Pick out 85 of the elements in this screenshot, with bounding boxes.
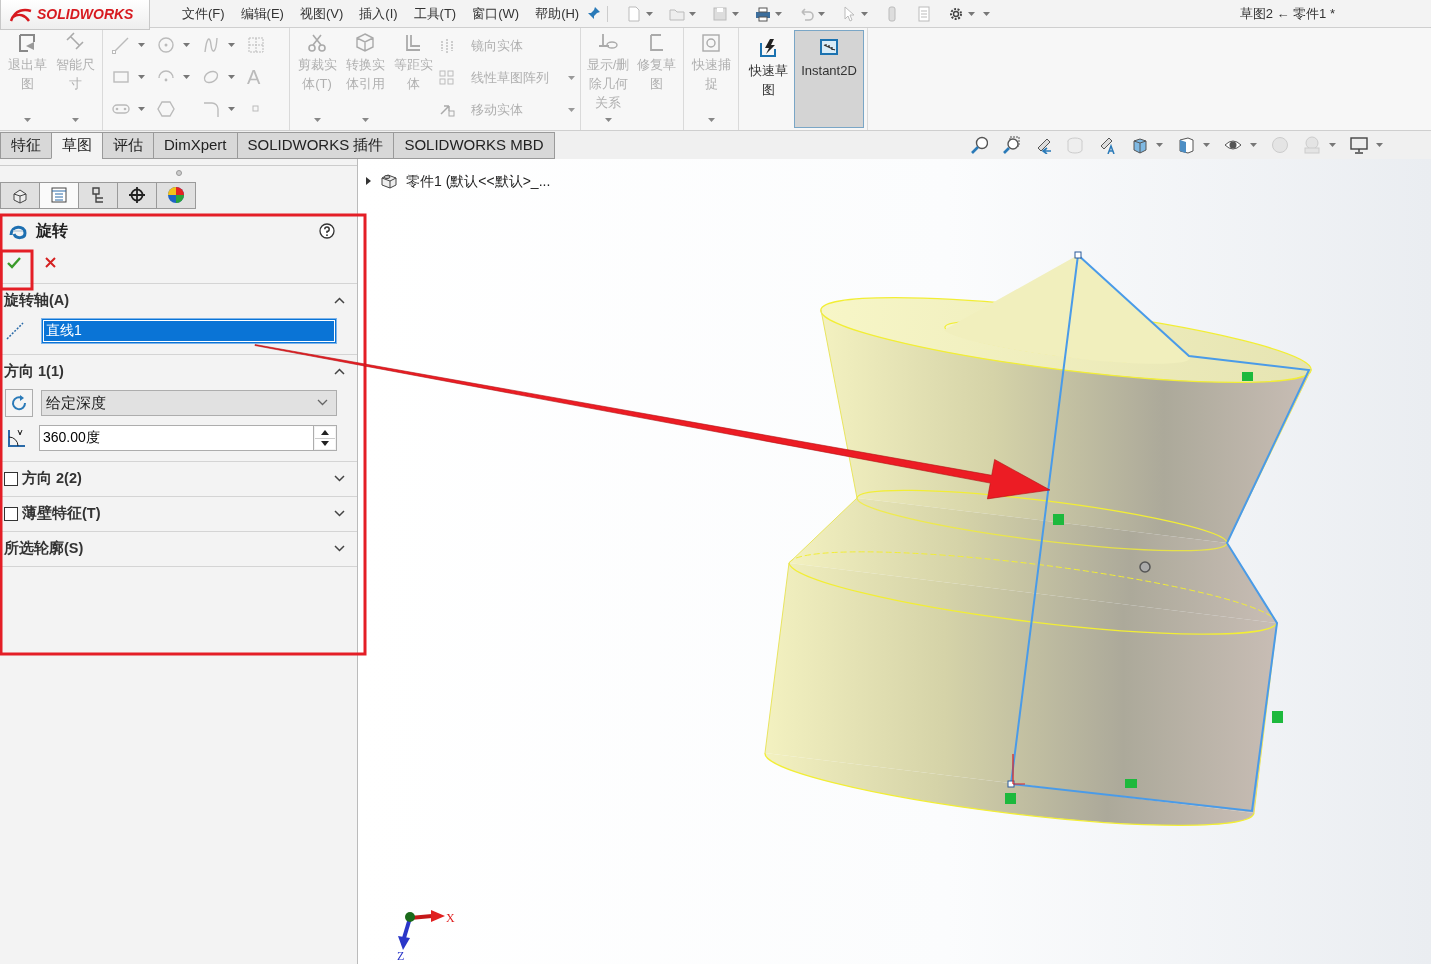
pattern-icon bbox=[439, 70, 455, 86]
section-title[interactable]: 方向 1(1) bbox=[4, 360, 64, 383]
box-icon[interactable] bbox=[1177, 135, 1195, 154]
exit-sketch-icon bbox=[16, 32, 38, 54]
section-title[interactable]: 方向 2(2) bbox=[22, 467, 82, 490]
part-icon bbox=[380, 172, 398, 191]
menu-item[interactable]: 帮助(H) bbox=[527, 3, 588, 24]
panel-tab[interactable] bbox=[117, 181, 157, 209]
caret-icon[interactable] bbox=[1156, 142, 1163, 147]
ribbon-tab[interactable]: DimXpert bbox=[153, 131, 238, 159]
caret-right-icon[interactable] bbox=[364, 177, 372, 186]
menu-item[interactable]: 窗口(W) bbox=[464, 3, 528, 24]
section-title[interactable]: 旋转轴(A) bbox=[4, 289, 70, 312]
printer-icon[interactable] bbox=[755, 5, 772, 22]
section-title[interactable]: 所选轮廓(S) bbox=[4, 537, 84, 560]
snap-icon bbox=[700, 32, 722, 54]
magnifier-icon[interactable] bbox=[970, 135, 988, 154]
chevron-down-icon[interactable] bbox=[334, 475, 345, 483]
axis-triad-drawing bbox=[398, 909, 445, 950]
section-title[interactable]: 薄壁特征(T) bbox=[22, 502, 101, 525]
caret-icon[interactable] bbox=[775, 11, 783, 16]
chevron-down-icon bbox=[317, 399, 328, 407]
monitor-icon[interactable] bbox=[1350, 135, 1368, 154]
panel-title: 旋转 bbox=[36, 220, 68, 241]
move-icon bbox=[439, 102, 455, 118]
dimxpert-icon bbox=[128, 186, 146, 205]
checkbox[interactable] bbox=[4, 471, 18, 486]
appearance-icon bbox=[167, 186, 185, 205]
triangle-down-icon bbox=[321, 441, 329, 447]
axis-label: Z bbox=[397, 948, 405, 963]
reverse-direction-button[interactable] bbox=[5, 388, 33, 417]
caret-icon[interactable] bbox=[1203, 142, 1210, 147]
scissors-icon bbox=[306, 32, 328, 54]
spin-down-button[interactable] bbox=[315, 437, 335, 449]
ribbon-tab[interactable]: 特征 bbox=[0, 131, 52, 159]
cube-icon[interactable] bbox=[1130, 135, 1148, 154]
angle-input[interactable]: 360.00度 bbox=[39, 424, 313, 451]
ds-mark-icon bbox=[9, 6, 33, 23]
caret-icon[interactable] bbox=[861, 11, 869, 16]
tree-item[interactable]: 零件1 (默认<<默认>_... bbox=[406, 170, 551, 192]
document-title: 草图2 ← 零件1 * bbox=[1239, 4, 1336, 23]
logo: SOLIDWORKS bbox=[0, 0, 150, 30]
chevron-up-icon[interactable] bbox=[334, 368, 345, 376]
caret-icon[interactable] bbox=[646, 11, 654, 16]
axis-label: X bbox=[446, 910, 455, 925]
dashed-line-icon bbox=[5, 320, 25, 341]
chevron-down-icon[interactable] bbox=[334, 510, 345, 518]
ribbon-button[interactable]: Instant2D bbox=[794, 30, 864, 128]
menu-item[interactable]: 工具(T) bbox=[405, 3, 465, 24]
pin-icon[interactable] bbox=[587, 5, 602, 20]
ribbon-tab[interactable]: SOLIDWORKS 插件 bbox=[236, 131, 395, 159]
splitter-grip-icon[interactable] bbox=[175, 169, 182, 176]
menu-item[interactable]: 编辑(E) bbox=[232, 3, 292, 24]
selection-field[interactable]: 直线1 bbox=[41, 317, 337, 344]
dropdown-field[interactable]: 给定深度 bbox=[41, 389, 337, 416]
cube-icon bbox=[354, 32, 376, 54]
ribbon-tab[interactable]: 草图 bbox=[51, 131, 103, 159]
ribbon-button[interactable]: 快速草图 bbox=[742, 30, 794, 128]
property-icon bbox=[50, 186, 68, 205]
ribbon-tab[interactable]: 评估 bbox=[102, 131, 154, 159]
caret-icon[interactable] bbox=[1376, 142, 1383, 147]
menu-item[interactable]: 文件(F) bbox=[174, 3, 233, 24]
check-icon[interactable] bbox=[7, 256, 21, 269]
help-icon[interactable] bbox=[319, 222, 335, 239]
revolved-part-drawing[interactable] bbox=[764, 251, 1312, 826]
rotate-arrow-icon bbox=[10, 393, 28, 412]
menu-item[interactable]: 视图(V) bbox=[291, 3, 352, 24]
caret-icon[interactable] bbox=[1250, 142, 1257, 147]
mirror-icon bbox=[439, 38, 455, 54]
checkbox[interactable] bbox=[4, 506, 18, 521]
settings-icon[interactable] bbox=[948, 5, 965, 22]
ribbon-tab[interactable]: SOLIDWORKS MBD bbox=[393, 131, 555, 159]
caret-icon[interactable] bbox=[732, 11, 740, 16]
caret-icon[interactable] bbox=[818, 11, 826, 16]
caret-icon[interactable] bbox=[689, 11, 697, 16]
menu-item[interactable]: 插入(I) bbox=[351, 3, 406, 24]
chevron-down-icon[interactable] bbox=[334, 545, 345, 553]
chevron-up-icon[interactable] bbox=[334, 297, 345, 305]
close-icon[interactable] bbox=[45, 257, 56, 269]
triangle-up-icon bbox=[321, 429, 329, 435]
lightning-sketch-icon bbox=[757, 37, 779, 59]
spin-up-button[interactable] bbox=[315, 426, 335, 438]
magnifier-icon[interactable] bbox=[1002, 135, 1020, 154]
flashlight-letter-icon[interactable] bbox=[1098, 135, 1116, 154]
caret-icon[interactable] bbox=[1329, 142, 1336, 147]
